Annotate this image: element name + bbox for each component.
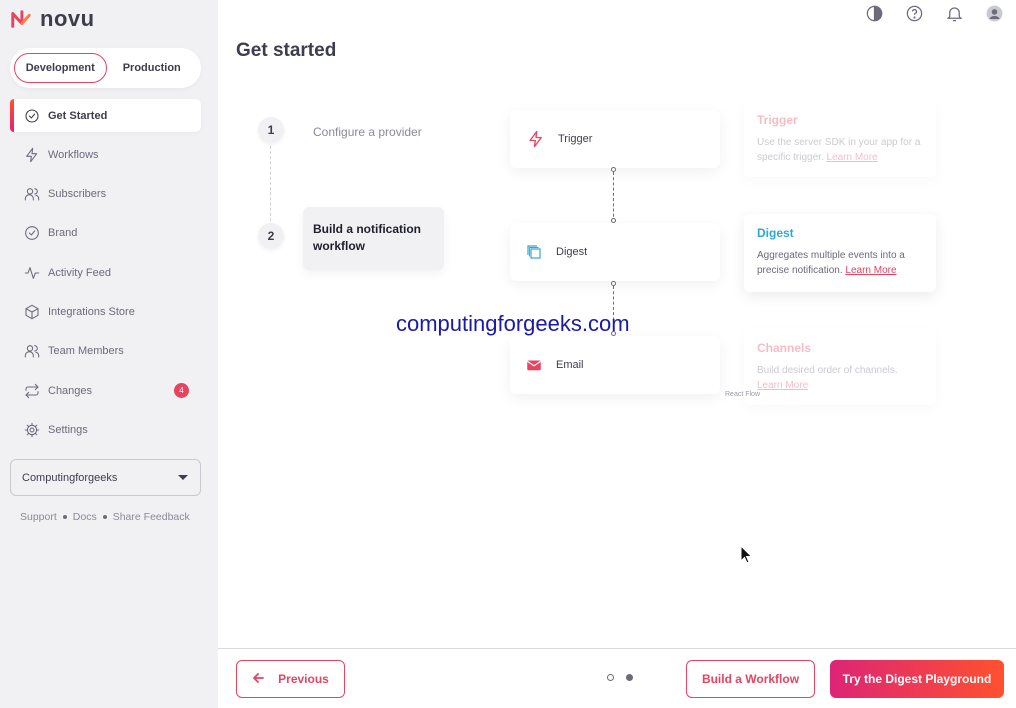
trigger-node-label: Trigger [558,133,593,145]
help-icon[interactable] [904,3,924,23]
share-feedback-link[interactable]: Share Feedback [113,511,190,523]
step-connector [270,146,271,226]
info-card-title: Trigger [757,113,798,127]
email-node[interactable]: Email [510,336,720,394]
mouse-cursor-icon [740,545,753,564]
changes-count-badge: 4 [174,383,189,399]
check-circle-icon [24,108,40,124]
box-icon [24,304,40,320]
email-icon [524,355,544,375]
organization-name: Computingforgeeks [22,471,118,484]
sidebar-item-label: Subscribers [48,188,107,201]
learn-more-link[interactable]: Learn More [845,265,896,276]
team-icon [24,343,40,359]
sidebar-footer-links: Support Docs Share Feedback [20,511,190,523]
build-workflow-button[interactable]: Build a Workflow [686,660,815,698]
sidebar-item-subscribers[interactable]: Subscribers [10,178,201,211]
previous-button-label: Previous [278,672,329,686]
info-card-title: Channels [757,341,812,355]
sidebar: novu Development Production Get Started … [0,0,218,708]
info-card-description: Build desired order of channels. Learn M… [757,365,898,391]
bolt-icon [24,147,40,163]
app-name: novu [40,6,95,31]
pager-dot-active[interactable] [626,674,633,681]
sidebar-item-label: Integrations Store [48,305,135,318]
env-production-button[interactable]: Production [107,53,198,83]
step-pager [607,674,633,681]
header-actions [864,3,1004,23]
channels-info-card: Channels Build desired order of channels… [744,329,936,405]
email-node-label: Email [556,359,584,371]
swap-icon [24,383,40,399]
learn-more-link[interactable]: Learn More [757,380,808,391]
sidebar-item-label: Workflows [48,148,99,161]
bottom-action-bar: Previous Build a Workflow Try the Digest… [218,648,1016,708]
bell-icon[interactable] [944,3,964,23]
sidebar-item-brand[interactable]: Brand [10,217,201,250]
users-icon [24,186,40,202]
novu-logo-icon [11,10,31,28]
support-link[interactable]: Support [20,511,57,523]
theme-toggle-icon[interactable] [864,3,884,23]
chevron-down-icon [178,475,188,480]
step-1-number: 1 [258,117,284,143]
separator-dot [102,515,107,519]
docs-link[interactable]: Docs [73,511,97,523]
learn-more-link[interactable]: Learn More [826,152,877,163]
sidebar-item-team-members[interactable]: Team Members [10,335,201,368]
organization-select[interactable]: Computingforgeeks [10,459,201,496]
digest-icon [524,242,544,262]
flow-edge [613,172,614,222]
digest-info-card: Digest Aggregates multiple events into a… [744,214,936,292]
sidebar-item-label: Settings [48,423,88,436]
react-flow-attribution[interactable]: React Flow [725,391,760,398]
watermark: computingforgeeks.com [396,311,630,336]
sidebar-item-label: Brand [48,227,78,240]
previous-button[interactable]: Previous [236,660,345,698]
pager-dot[interactable] [607,674,614,681]
avatar[interactable] [984,3,1004,23]
step-build-workflow[interactable]: Build a notification workflow [303,207,444,270]
sidebar-item-label: Team Members [48,345,124,358]
trigger-node[interactable]: Trigger [510,110,720,168]
sidebar-item-label: Get Started [48,109,108,122]
digest-node-label: Digest [556,246,588,258]
step-configure-provider[interactable]: Configure a provider [313,125,422,139]
digest-node[interactable]: Digest [510,223,720,281]
separator-dot [62,515,67,519]
novu-logo[interactable]: novu [10,6,95,32]
arrow-left-icon [252,672,265,687]
sidebar-nav: Get Started Workflows Subscribers Brand … [10,99,201,453]
sidebar-item-get-started[interactable]: Get Started [10,99,201,132]
env-development-button[interactable]: Development [14,53,107,83]
sidebar-item-label: Activity Feed [48,266,111,279]
activity-icon [24,265,40,281]
environment-switch: Development Production [10,48,201,88]
info-card-description: Aggregates multiple events into a precis… [757,250,905,276]
info-card-description: Use the server SDK in your app for a spe… [757,137,921,163]
sidebar-item-changes[interactable]: Changes 4 [10,374,201,407]
step-2-number: 2 [258,223,284,249]
info-card-title: Digest [757,226,794,240]
sidebar-item-activity-feed[interactable]: Activity Feed [10,256,201,289]
sidebar-item-integrations-store[interactable]: Integrations Store [10,295,201,328]
sidebar-item-settings[interactable]: Settings [10,413,201,446]
badge-check-icon [24,225,40,241]
sidebar-item-workflows[interactable]: Workflows [10,138,201,171]
page-title: Get started [236,40,337,61]
bolt-icon [526,129,546,149]
gear-icon [24,422,40,438]
try-digest-playground-button[interactable]: Try the Digest Playground [830,660,1004,698]
trigger-info-card: Trigger Use the server SDK in your app f… [744,101,936,177]
sidebar-item-label: Changes [48,384,93,397]
